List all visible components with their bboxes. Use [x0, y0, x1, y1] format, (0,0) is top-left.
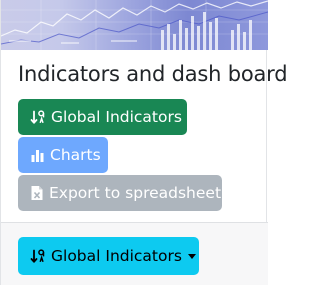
banner-image [1, 0, 268, 50]
export-spreadsheet-button[interactable]: Export to spreadsheet [18, 175, 222, 211]
dropdown-label: Global Indicators [51, 247, 182, 265]
sort-numeric-icon [30, 248, 46, 264]
global-indicators-button[interactable]: Global Indicators [18, 99, 187, 135]
charts-button[interactable]: Charts [18, 137, 108, 173]
global-indicators-dropdown[interactable]: Global Indicators [18, 237, 199, 275]
sort-numeric-icon [30, 109, 46, 125]
charts-label: Charts [50, 146, 101, 164]
bar-chart-icon [30, 148, 45, 163]
stock-chart-graphic [1, 0, 268, 50]
indicators-card: Indicators and dash board Global Indicat… [0, 0, 288, 285]
global-indicators-label: Global Indicators [51, 108, 182, 126]
page-title: Indicators and dash board [18, 62, 288, 86]
chevron-down-icon [187, 253, 196, 259]
export-label: Export to spreadsheet [49, 184, 222, 202]
excel-file-icon [30, 185, 44, 201]
